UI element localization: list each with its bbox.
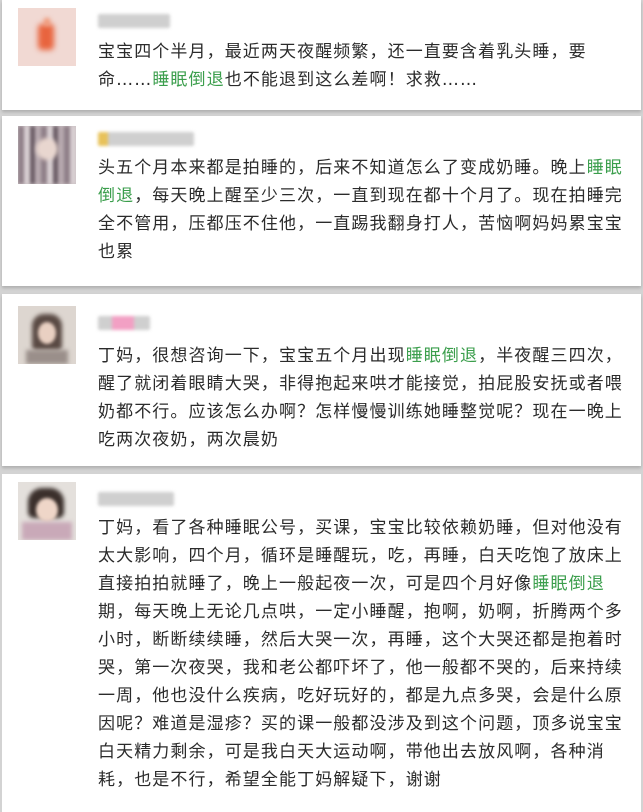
comment-text-part: 丁妈，很想咨询一下，宝宝五个月出现 [98, 346, 406, 366]
comment-card: 头五个月本来都是拍睡的，后来不知道怎么了变成奶睡。晚上睡眠倒退，每天晚上醒至少三… [2, 116, 641, 286]
username-blurred [98, 132, 194, 146]
comment-text-part: 期，每天晚上无论几点哄，一定小睡醒，抱啊，奶啊，折腾两个多小时，断断续续睡，然后… [98, 602, 623, 790]
avatar [18, 306, 76, 364]
comment-text-part: 也不能退到这么差啊！求救…… [224, 70, 479, 90]
comment-text: 宝宝四个半月，最近两天夜醒频繁，还一直要含着乳头睡，要命……睡眠倒退也不能退到这… [98, 38, 629, 94]
username-blurred [98, 316, 150, 330]
comment-card: 丁妈，看了各种睡眠公号，买课，宝宝比较依赖奶睡，但对他没有太大影响，四个月，循环… [2, 474, 641, 812]
avatar [18, 126, 76, 184]
comment-text: 丁妈，很想咨询一下，宝宝五个月出现睡眠倒退，半夜醒三四次，醒了就闭着眼睛大哭，非… [98, 342, 629, 454]
comment-text: 头五个月本来都是拍睡的，后来不知道怎么了变成奶睡。晚上睡眠倒退，每天晚上醒至少三… [98, 154, 629, 266]
comment-text-part: ，每天晚上醒至少三次，一直到现在都十个月了。现在拍睡完全不管用，压都压不住他，一… [98, 186, 623, 262]
comment-text: 丁妈，看了各种睡眠公号，买课，宝宝比较依赖奶睡，但对他没有太大影响，四个月，循环… [98, 514, 629, 794]
comment-card: 宝宝四个半月，最近两天夜醒频繁，还一直要含着乳头睡，要命……睡眠倒退也不能退到这… [2, 0, 641, 110]
username-blurred [98, 14, 170, 28]
highlight-keyword: 睡眠倒退 [405, 346, 479, 366]
comment-text-part: 头五个月本来都是拍睡的，后来不知道怎么了变成奶睡。晚上 [98, 158, 587, 178]
comment-card: 丁妈，很想咨询一下，宝宝五个月出现睡眠倒退，半夜醒三四次，醒了就闭着眼睛大哭，非… [2, 294, 641, 466]
highlight-keyword: 睡眠倒退 [532, 574, 605, 594]
avatar [18, 8, 76, 66]
username-blurred [98, 492, 174, 506]
avatar [18, 482, 76, 540]
highlight-keyword: 睡眠倒退 [152, 70, 225, 90]
